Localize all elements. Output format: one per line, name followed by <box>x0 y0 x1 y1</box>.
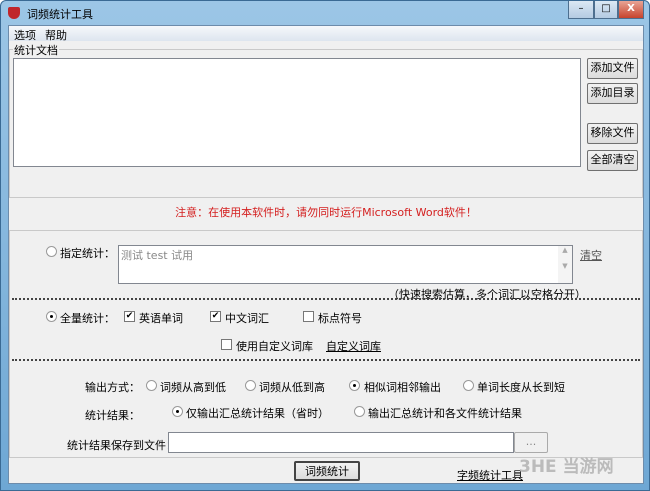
result-option-label: 输出汇总统计和各文件统计结果 <box>368 407 522 420</box>
output-option-label: 词频从高到低 <box>160 381 226 394</box>
menu-bar: 选项 帮助 <box>9 26 643 43</box>
browse-button[interactable]: ... <box>514 432 548 453</box>
english-checkbox[interactable]: ✔ <box>124 311 135 322</box>
full-radio[interactable] <box>46 311 57 322</box>
clear-link[interactable]: 清空 <box>580 247 602 263</box>
output-radio-high-low[interactable] <box>146 380 157 391</box>
result-option-label: 仅输出汇总统计结果（省时） <box>186 407 329 420</box>
client-area: 选项 帮助 统计文档 添加文件 添加目录 移除文件 全部清空 注意：在使用本软件… <box>8 25 644 484</box>
app-window: 词频统计工具 – □ X 选项 帮助 统计文档 添加文件 添加目录 移除文件 全… <box>0 0 650 491</box>
punctuation-checkbox[interactable] <box>303 311 314 322</box>
remove-file-button[interactable]: 移除文件 <box>587 123 638 144</box>
result-label: 统计结果： <box>85 409 140 422</box>
minimize-button[interactable]: – <box>568 1 594 19</box>
custom-dict-checkbox[interactable] <box>221 339 232 350</box>
maximize-button[interactable]: □ <box>594 1 618 19</box>
run-stats-button[interactable]: 词频统计 <box>294 461 360 481</box>
watermark-logo: 3HE 当游网 <box>519 457 614 477</box>
specified-radio[interactable] <box>46 246 57 257</box>
output-label: 输出方式： <box>85 381 140 394</box>
close-button[interactable]: X <box>618 1 644 19</box>
full-label: 全量统计： <box>60 312 115 325</box>
app-icon <box>8 7 20 19</box>
output-option-label: 词频从低到高 <box>259 381 325 394</box>
output-radio-low-high[interactable] <box>245 380 256 391</box>
specified-words-value: 测试 test 试用 <box>121 249 194 262</box>
documents-group-label: 统计文档 <box>13 42 59 58</box>
save-file-input[interactable] <box>168 432 514 453</box>
warning-text: 注意：在使用本软件时，请勿同时运行Microsoft Word软件！ <box>175 206 477 219</box>
document-list[interactable] <box>13 58 581 167</box>
char-freq-tool-link[interactable]: 字频统计工具 <box>457 467 523 483</box>
custom-dict-label: 使用自定义词库 <box>236 340 313 353</box>
punctuation-label: 标点符号 <box>318 312 362 325</box>
add-file-button[interactable]: 添加文件 <box>587 58 638 79</box>
save-label: 统计结果保存到文件： <box>67 439 177 452</box>
result-radio-summary[interactable] <box>172 406 183 417</box>
chinese-label: 中文词汇 <box>225 312 269 325</box>
output-option-label: 相似词相邻输出 <box>364 381 441 394</box>
custom-dict-link[interactable]: 自定义词库 <box>326 338 381 354</box>
menu-options[interactable]: 选项 <box>14 27 36 43</box>
specified-words-input[interactable]: 测试 test 试用 ▲ ▼ <box>118 245 573 284</box>
output-radio-similar[interactable] <box>349 380 360 391</box>
window-title: 词频统计工具 <box>27 8 93 21</box>
result-radio-all[interactable] <box>354 406 365 417</box>
english-label: 英语单词 <box>139 312 183 325</box>
specified-label: 指定统计： <box>60 247 115 260</box>
clear-all-button[interactable]: 全部清空 <box>587 150 638 171</box>
add-folder-button[interactable]: 添加目录 <box>587 83 638 104</box>
output-option-label: 单词长度从长到短 <box>477 381 565 394</box>
textarea-scrollbar[interactable]: ▲ ▼ <box>558 246 572 283</box>
output-radio-length[interactable] <box>463 380 474 391</box>
divider <box>12 298 640 300</box>
chinese-checkbox[interactable]: ✔ <box>210 311 221 322</box>
divider <box>12 359 640 361</box>
menu-help[interactable]: 帮助 <box>45 27 67 43</box>
